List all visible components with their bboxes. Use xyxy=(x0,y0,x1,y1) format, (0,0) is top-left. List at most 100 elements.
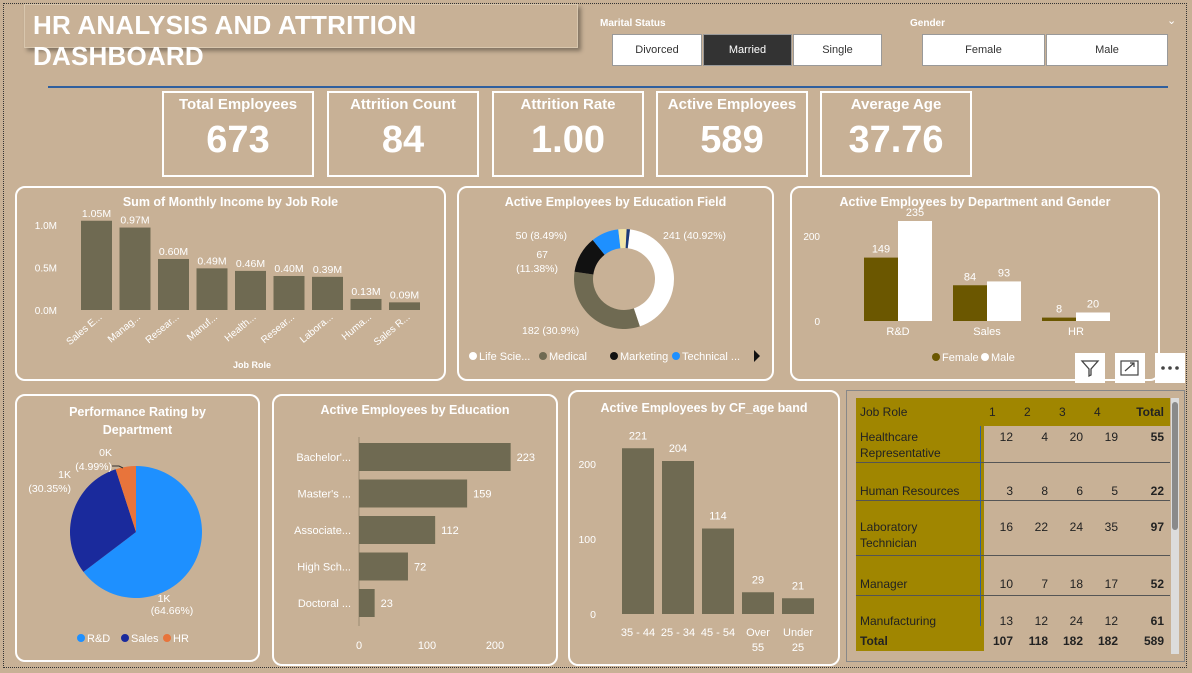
data-label: 223 xyxy=(517,452,535,464)
matrix-row-label: Manager xyxy=(856,555,984,595)
x-tick-label: Over xyxy=(746,627,770,639)
bar xyxy=(1042,317,1076,321)
marital-status-label: Marital Status xyxy=(600,18,666,29)
slicer-single-button[interactable]: Single xyxy=(793,34,882,66)
focus-mode-icon[interactable] xyxy=(1115,353,1145,383)
slicer-divorced-button[interactable]: Divorced xyxy=(612,34,702,66)
data-label: 149 xyxy=(872,244,890,256)
x-tick-label: 200 xyxy=(486,640,504,652)
matrix-cell: 35 xyxy=(1104,519,1118,534)
matrix-cell: 12 xyxy=(999,430,1013,444)
matrix-cell: 12 xyxy=(1104,614,1118,628)
performance-pie-chart[interactable]: 1K(64.66%)1K(30.35%)0K(4.99%)R&D Sales HR xyxy=(15,394,260,662)
x-tick-label: Sales xyxy=(973,326,1001,338)
x-tick-label: Sales E... xyxy=(65,312,105,348)
matrix-total-label: Total xyxy=(856,631,984,651)
matrix-header-row: Job Role 1 2 3 4 Total xyxy=(856,398,1170,426)
bar xyxy=(119,227,151,310)
data-label: 0.13M xyxy=(351,286,380,298)
donut-slice xyxy=(574,271,640,329)
slicer-male-button[interactable]: Male xyxy=(1046,34,1168,66)
department-gender-chart[interactable]: 0 200 149 84 8 235 93 20 R&D Sales HR Female Male xyxy=(790,186,1160,381)
matrix-cell: 6 xyxy=(1076,483,1083,498)
matrix-cell: 7 xyxy=(1041,576,1048,591)
matrix-cell: 19 xyxy=(1104,430,1118,444)
data-label: 114 xyxy=(709,511,727,523)
y-tick-label: Associate... xyxy=(294,525,351,537)
bar xyxy=(953,285,987,321)
matrix-scroll-thumb[interactable] xyxy=(1172,402,1178,530)
matrix-header-total[interactable]: Total xyxy=(1124,398,1170,426)
data-label: 0.46M xyxy=(236,258,265,270)
matrix-header-rating-4[interactable]: 4 xyxy=(1089,398,1124,426)
legend-label: Medical xyxy=(549,351,587,363)
legend-marker xyxy=(539,352,547,360)
matrix-scrollbar[interactable] xyxy=(1171,398,1179,654)
matrix-total-cell: 182 xyxy=(1097,634,1118,648)
slicer-female-button[interactable]: Female xyxy=(922,34,1045,66)
data-label: 221 xyxy=(629,430,647,442)
kpi-value: 673 xyxy=(206,119,270,161)
legend-label: Life Scie... xyxy=(479,351,530,363)
y-tick-label: Doctoral ... xyxy=(298,598,351,610)
legend-label: Male xyxy=(991,352,1015,364)
x-tick-label: 25 xyxy=(792,642,804,654)
data-label: 112 xyxy=(441,525,459,537)
kpi-value: 589 xyxy=(700,119,764,161)
x-axis-title: Job Role xyxy=(233,360,271,370)
matrix-cell: 3 xyxy=(1006,483,1013,498)
income-bar-chart[interactable]: 0.0M 0.5M 1.0M 1.05M Sales E... 0.97M Manag...… xyxy=(15,186,446,381)
age-band-chart[interactable]: 0 100 200 221 35 - 44 204 25 - 34 114 45 - 54 29 O… xyxy=(568,390,840,666)
data-label: 29 xyxy=(752,574,764,586)
x-tick-label: Under xyxy=(783,627,813,639)
matrix-header-rating-3[interactable]: 3 xyxy=(1054,398,1089,426)
kpi-label: Attrition Count xyxy=(350,96,456,113)
x-tick-label: 25 - 34 xyxy=(661,627,695,639)
more-options-icon[interactable] xyxy=(1155,353,1185,383)
y-tick-label: 0.5M xyxy=(35,264,57,275)
legend-label: Female xyxy=(942,352,979,364)
table-row: Healthcare Representative 12 4 20 19 55 xyxy=(856,426,1170,462)
bar xyxy=(196,268,228,310)
data-label: 0.39M xyxy=(313,264,342,276)
bar xyxy=(158,259,189,310)
legend-marker xyxy=(610,352,618,360)
bar xyxy=(359,443,511,471)
bar xyxy=(622,448,654,614)
data-label: 1K xyxy=(58,469,71,481)
data-label: 204 xyxy=(669,443,687,455)
legend-label: HR xyxy=(173,633,189,645)
matrix-cell: 18 xyxy=(1069,576,1083,591)
y-tick-label: Bachelor'... xyxy=(296,452,351,464)
x-tick-label: Resear... xyxy=(259,312,297,346)
legend-marker xyxy=(77,634,85,642)
x-tick-label: 35 - 44 xyxy=(621,627,655,639)
kpi-value: 37.76 xyxy=(848,119,944,161)
kpi-total-employees: Total Employees 673 xyxy=(162,91,314,177)
kpi-attrition-count: Attrition Count 84 xyxy=(327,91,479,177)
education-bar-chart[interactable]: 223 Bachelor'... 159 Master's ... 112 Associa… xyxy=(272,394,558,666)
data-label: 8 xyxy=(1056,304,1062,316)
kpi-average-age: Average Age 37.76 xyxy=(820,91,972,177)
data-label: (30.35%) xyxy=(28,483,71,495)
kpi-value: 84 xyxy=(381,119,425,161)
bar xyxy=(742,592,774,614)
y-tick-label: 200 xyxy=(803,232,820,243)
matrix-header-rating-2[interactable]: 2 xyxy=(1019,398,1054,426)
x-tick-label: Manuf... xyxy=(185,312,220,344)
education-field-donut[interactable]: 241 (40.92%) 182 (30.9%) 67 (11.38%) 50 (8.4… xyxy=(457,186,774,381)
data-label: 72 xyxy=(414,562,426,574)
y-tick-label: 1.0M xyxy=(35,221,57,232)
x-tick-label: 0 xyxy=(356,640,362,652)
chevron-down-icon[interactable]: ⌄ xyxy=(1167,14,1176,27)
data-label: (11.38%) xyxy=(516,263,558,275)
matrix-cell: 22 xyxy=(1034,519,1048,534)
legend-marker xyxy=(469,352,477,360)
bar xyxy=(1076,312,1110,321)
filter-icon[interactable] xyxy=(1075,353,1105,383)
matrix-header-job-role[interactable]: Job Role xyxy=(856,398,984,426)
slicer-married-button[interactable]: Married xyxy=(703,34,792,66)
matrix-header-rating-1[interactable]: 1 xyxy=(984,398,1019,426)
data-label: 0.97M xyxy=(120,215,149,227)
x-tick-label: HR xyxy=(1068,326,1084,338)
